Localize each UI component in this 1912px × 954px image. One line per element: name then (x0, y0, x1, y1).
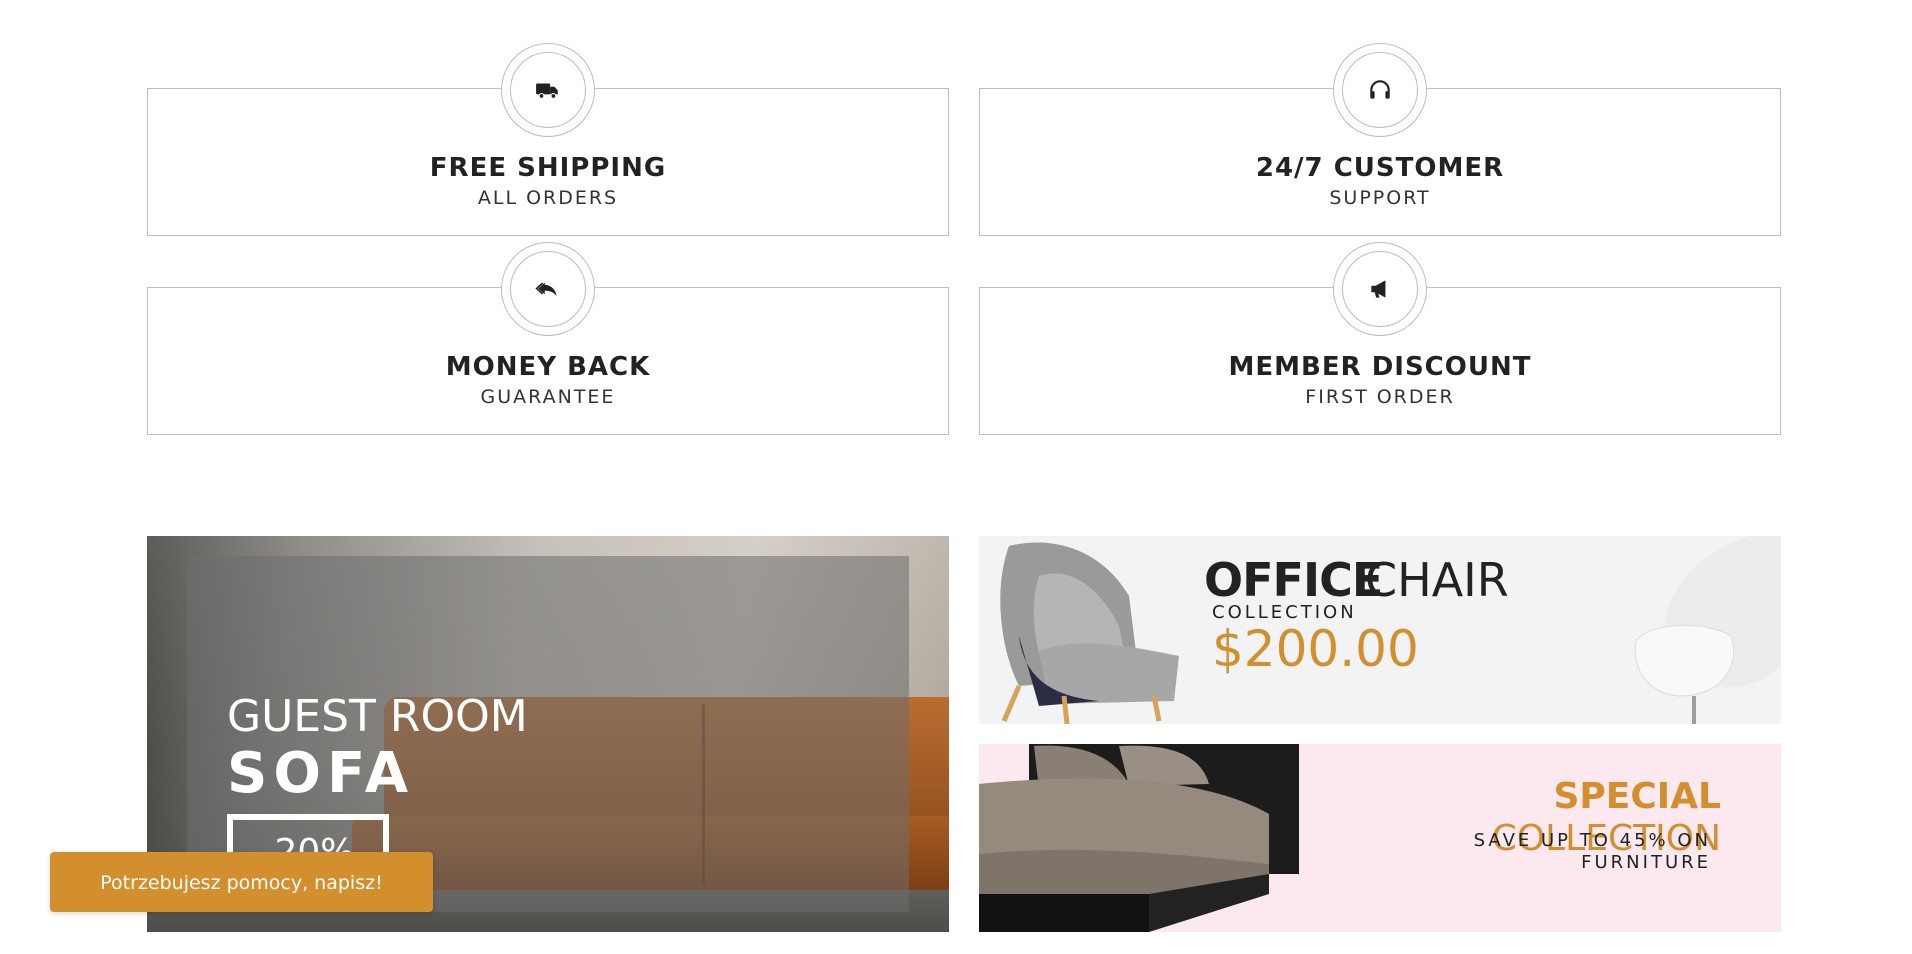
special-collection-banner[interactable]: SPECIAL COLLECTION SAVE UP TO 45% ON FUR… (979, 744, 1781, 932)
banner-line-2: SOFA (227, 741, 415, 806)
feature-subtitle: ALL ORDERS (477, 187, 619, 209)
feature-icon-circle (1333, 242, 1427, 336)
feature-free-shipping: FREE SHIPPING ALL ORDERS (147, 43, 949, 236)
feature-icon-circle (1333, 43, 1427, 137)
feature-icon-circle (501, 43, 595, 137)
features-section: FREE SHIPPING ALL ORDERS 24/7 CUSTOMER S… (147, 42, 1781, 435)
office-price: $200.00 (1212, 620, 1419, 678)
reply-all-icon (535, 282, 557, 297)
feature-title: FREE SHIPPING (429, 153, 667, 183)
headphones-icon (1370, 80, 1390, 99)
help-chat-button[interactable]: Potrzebujesz pomocy, napisz! (50, 852, 433, 912)
special-subtitle: SAVE UP TO 45% ON FURNITURE (1473, 830, 1711, 873)
banner-line-1: GUEST ROOM (227, 691, 528, 742)
office-title-light: CHAIR (1365, 553, 1509, 607)
special-title-bold: SPECIAL (1553, 776, 1721, 817)
feature-member-discount: MEMBER DISCOUNT FIRST ORDER (979, 242, 1781, 435)
armchair-image (1000, 542, 1179, 724)
feature-title: MONEY BACK (445, 352, 651, 382)
feature-icon-circle (501, 242, 595, 336)
feature-title: MEMBER DISCOUNT (1228, 352, 1532, 382)
office-title-bold: OFFICE (1204, 553, 1383, 607)
bed-image (979, 744, 1299, 932)
feature-subtitle: GUARANTEE (480, 386, 616, 408)
feature-title: 24/7 CUSTOMER (1255, 153, 1505, 183)
feature-money-back: MONEY BACK GUARANTEE (147, 242, 949, 435)
feature-subtitle: SUPPORT (1329, 187, 1431, 209)
office-chair-banner[interactable]: OFFICE CHAIR COLLECTION $200.00 (979, 536, 1781, 724)
egg-chair-image (1634, 536, 1781, 724)
feature-subtitle: FIRST ORDER (1305, 386, 1455, 408)
truck-icon (536, 83, 558, 99)
megaphone-icon (1371, 280, 1386, 298)
feature-customer-support: 24/7 CUSTOMER SUPPORT (979, 43, 1781, 236)
